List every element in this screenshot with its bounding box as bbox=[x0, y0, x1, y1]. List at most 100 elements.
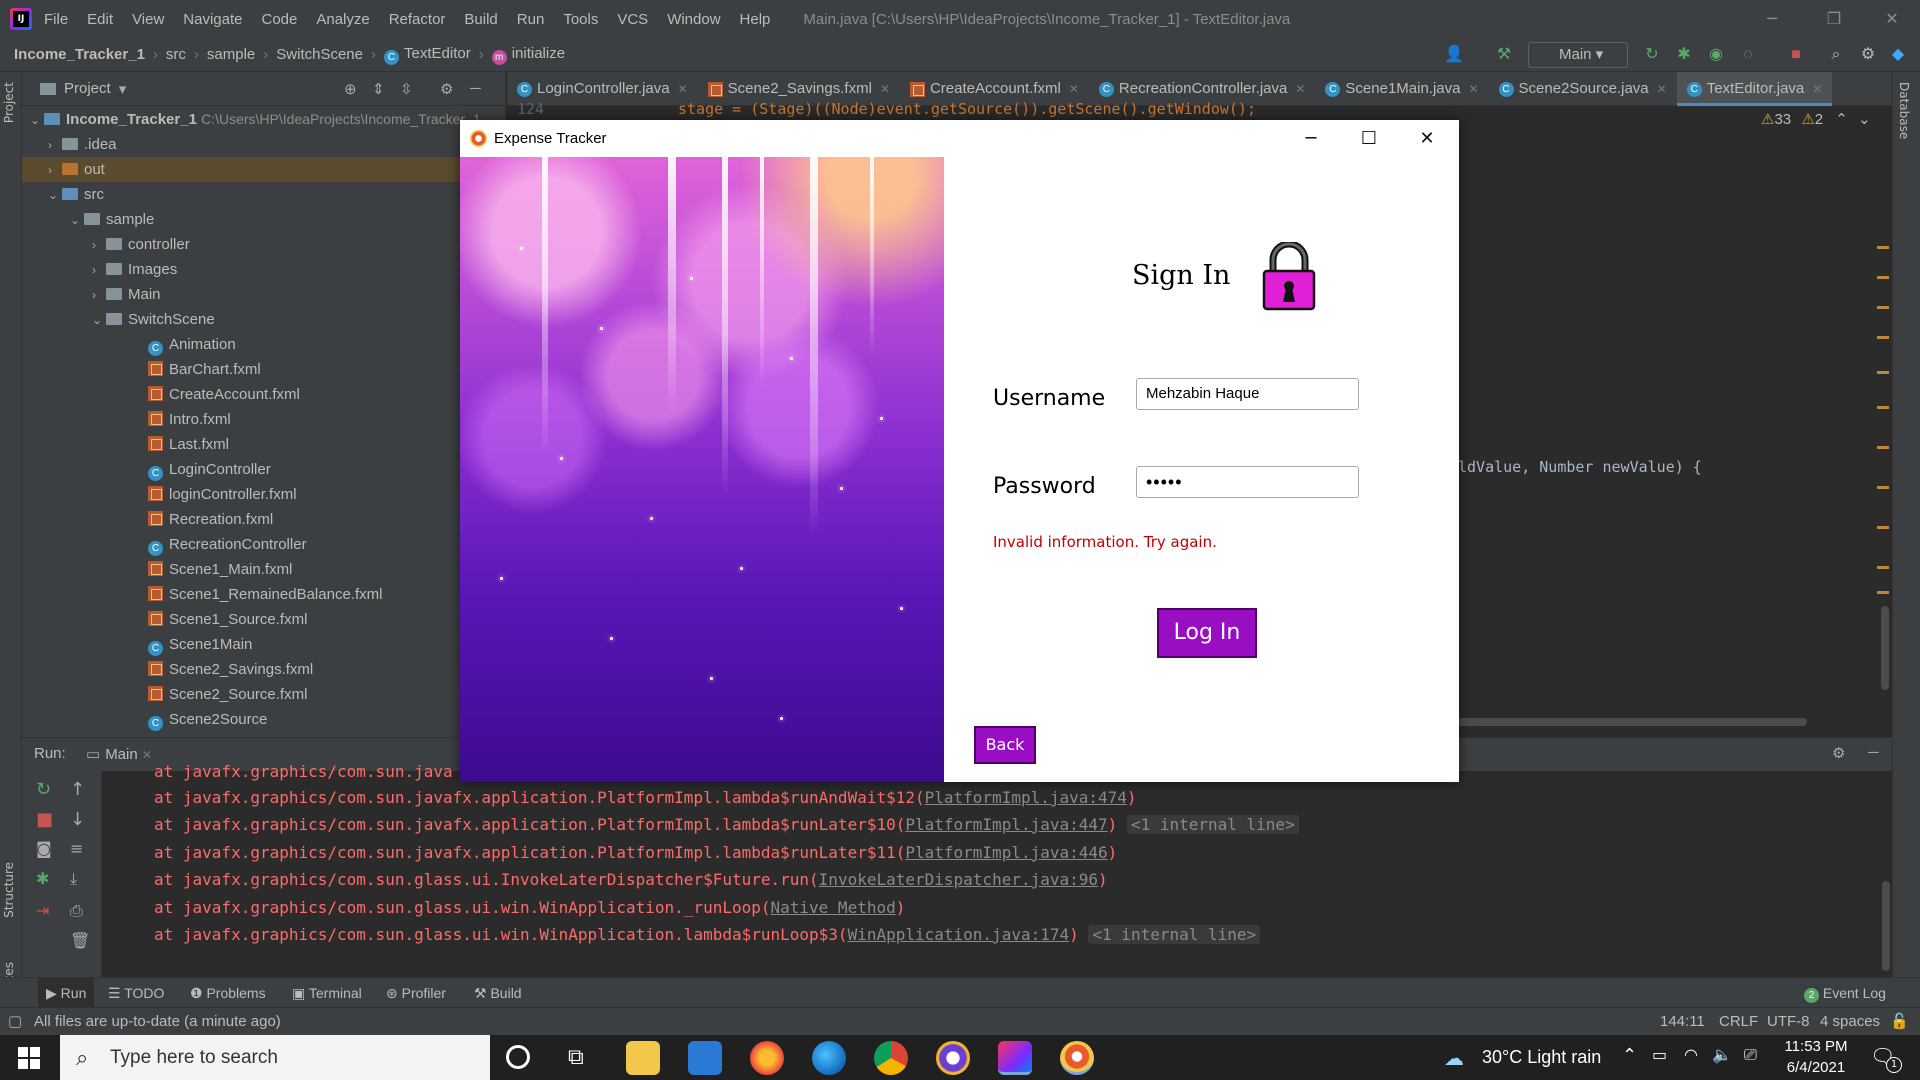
locate-icon[interactable]: ⊕ bbox=[344, 80, 357, 98]
warnings-indicator[interactable]: ⚠33 ⚠2 ⌃ ⌄ bbox=[1761, 110, 1871, 128]
menu-analyze[interactable]: Analyze bbox=[316, 11, 369, 28]
language-icon[interactable]: ⎚ bbox=[1744, 1045, 1757, 1065]
trash-icon[interactable]: 🗑 bbox=[70, 931, 90, 950]
profile-icon[interactable]: ◌ bbox=[1738, 45, 1758, 65]
volume-icon[interactable]: 🔈 bbox=[1712, 1045, 1732, 1064]
file-explorer-icon[interactable] bbox=[626, 1041, 660, 1075]
arrow-up-icon[interactable]: ↑ bbox=[70, 779, 85, 800]
breadcrumb-texteditor[interactable]: C TextEditor bbox=[384, 45, 471, 65]
battery-icon[interactable]: ▭ bbox=[1652, 1045, 1667, 1064]
edge-icon[interactable] bbox=[812, 1041, 846, 1075]
exit-icon[interactable]: ⇥ bbox=[36, 901, 49, 920]
tree-item-logincontroller-fxml[interactable]: loginController.fxml bbox=[148, 482, 297, 507]
tree-item-recreation[interactable]: Recreation.fxml bbox=[148, 507, 273, 532]
caret-position[interactable]: 144:11 bbox=[1660, 1013, 1705, 1030]
tree-item-scene2-savings[interactable]: Scene2_Savings.fxml bbox=[148, 657, 313, 682]
maximize-icon[interactable]: ☐ bbox=[1340, 120, 1398, 157]
tree-item-controller[interactable]: › controller bbox=[92, 232, 190, 257]
breadcrumb-src[interactable]: src bbox=[166, 46, 186, 63]
collapse-all-icon[interactable]: ⇳ bbox=[400, 80, 413, 98]
chevron-up-icon[interactable]: ⌃ bbox=[1835, 111, 1848, 128]
menu-navigate[interactable]: Navigate bbox=[183, 11, 242, 28]
tool-run[interactable]: ▶ Run bbox=[38, 978, 95, 1008]
tree-item-sample[interactable]: ⌄ sample bbox=[70, 207, 154, 232]
debug-icon[interactable]: ✱ bbox=[36, 869, 49, 888]
settings-gear-icon[interactable]: ⚙ bbox=[440, 80, 453, 98]
console-link[interactable]: PlatformImpl.java:447 bbox=[905, 815, 1107, 834]
close-icon[interactable]: ✕ bbox=[1864, 0, 1920, 38]
console-link[interactable]: PlatformImpl.java:446 bbox=[905, 843, 1107, 862]
close-icon[interactable]: ✕ bbox=[1069, 82, 1079, 96]
menu-window[interactable]: Window bbox=[667, 11, 720, 28]
print-icon[interactable]: ⎙ bbox=[70, 901, 83, 921]
console-link[interactable]: PlatformImpl.java:474 bbox=[925, 788, 1127, 807]
user-icon[interactable]: 👤 bbox=[1444, 45, 1464, 65]
password-input[interactable]: ••••• bbox=[1136, 466, 1359, 498]
intellij-taskbar-icon[interactable] bbox=[998, 1041, 1032, 1075]
back-button[interactable]: Back bbox=[974, 726, 1036, 764]
menu-file[interactable]: File bbox=[44, 11, 68, 28]
tree-item-intro[interactable]: Intro.fxml bbox=[148, 407, 231, 432]
tool-event-log[interactable]: 2 Event Log bbox=[1804, 978, 1886, 1008]
internal-line-fold[interactable]: <1 internal line> bbox=[1088, 925, 1261, 944]
tree-item-src[interactable]: ⌄ src bbox=[48, 182, 104, 207]
tree-root[interactable]: ⌄ Income_Tracker_1 C:\Users\HP\IdeaProjec… bbox=[30, 107, 506, 132]
tree-item-scene1main[interactable]: C Scene1Main bbox=[148, 632, 252, 657]
tree-item-logincontroller[interactable]: C LoginController bbox=[148, 457, 271, 482]
menu-help[interactable]: Help bbox=[740, 11, 771, 28]
settings-gear-icon[interactable]: ⚙ bbox=[1832, 744, 1845, 762]
tree-item-idea[interactable]: › .idea bbox=[48, 132, 117, 157]
close-icon[interactable]: ✕ bbox=[1295, 82, 1305, 96]
minimize-icon[interactable]: ─ bbox=[1744, 0, 1800, 38]
console-output[interactable]: at javafx.graphics/com.sun.java at javaf… bbox=[102, 762, 1892, 977]
build-hammer-icon[interactable]: ⚒ bbox=[1494, 45, 1514, 65]
tree-item-createaccount[interactable]: CreateAccount.fxml bbox=[148, 382, 300, 407]
close-icon[interactable]: ✕ bbox=[1657, 82, 1667, 96]
close-icon[interactable]: ✕ bbox=[880, 82, 890, 96]
camera-icon[interactable]: ◙ bbox=[36, 839, 52, 858]
line-separator[interactable]: CRLF bbox=[1719, 1013, 1758, 1030]
tree-item-barchart[interactable]: BarChart.fxml bbox=[148, 357, 261, 382]
status-panel-icon[interactable]: ▢ bbox=[8, 1012, 22, 1030]
username-input[interactable]: Mehzabin Haque bbox=[1136, 378, 1359, 410]
close-icon[interactable]: ✕ bbox=[1398, 120, 1456, 157]
tool-problems[interactable]: ❶ Problems bbox=[190, 978, 266, 1008]
file-encoding[interactable]: UTF-8 bbox=[1767, 1013, 1810, 1030]
tree-item-last[interactable]: Last.fxml bbox=[148, 432, 229, 457]
chevron-down-icon[interactable]: ⌄ bbox=[1858, 111, 1871, 128]
database-tool-tab[interactable]: Database bbox=[1897, 82, 1911, 139]
plugin-icon[interactable]: ◆ bbox=[1888, 45, 1908, 65]
rerun-icon[interactable]: ↻ bbox=[36, 779, 51, 800]
cortana-icon[interactable] bbox=[506, 1045, 530, 1069]
menu-vcs[interactable]: VCS bbox=[617, 11, 648, 28]
weather-text[interactable]: 30°C Light rain bbox=[1482, 1047, 1601, 1068]
internal-line-fold[interactable]: <1 internal line> bbox=[1126, 815, 1299, 834]
rerun-icon[interactable]: ↻ bbox=[1642, 45, 1662, 65]
vertical-scrollbar[interactable] bbox=[1881, 606, 1889, 690]
tool-build[interactable]: ⚒ Build bbox=[474, 978, 522, 1008]
close-icon[interactable]: ✕ bbox=[678, 82, 688, 96]
menu-build[interactable]: Build bbox=[464, 11, 497, 28]
console-link[interactable]: InvokeLaterDispatcher.java:96 bbox=[819, 870, 1098, 889]
console-scrollbar[interactable] bbox=[1882, 881, 1890, 971]
project-panel-title[interactable]: Project bbox=[64, 80, 111, 97]
expand-all-icon[interactable]: ⇕ bbox=[372, 80, 385, 98]
clock-date[interactable]: 6/4/2021 bbox=[1776, 1059, 1856, 1076]
menu-run[interactable]: Run bbox=[517, 11, 545, 28]
tree-item-scene1-source[interactable]: Scene1_Source.fxml bbox=[148, 607, 307, 632]
minimize-icon[interactable]: ─ bbox=[1282, 120, 1340, 157]
breadcrumb-sample[interactable]: sample bbox=[207, 46, 255, 63]
stop-icon[interactable]: ■ bbox=[36, 809, 53, 830]
tool-terminal[interactable]: ▣ Terminal bbox=[292, 978, 362, 1008]
task-view-icon[interactable]: ⧉ bbox=[568, 1045, 584, 1070]
menu-tools[interactable]: Tools bbox=[563, 11, 598, 28]
soft-wrap-icon[interactable]: ≡ bbox=[70, 839, 83, 858]
run-tab-main[interactable]: ▭ Main ✕ bbox=[86, 745, 152, 763]
tool-todo[interactable]: ☰ TODO bbox=[108, 978, 164, 1008]
chevron-down-icon[interactable]: ▾ bbox=[119, 80, 127, 98]
tree-item-out[interactable]: › out bbox=[22, 157, 505, 182]
mail-icon[interactable] bbox=[688, 1041, 722, 1075]
tree-item-switchscene[interactable]: ⌄ SwitchScene bbox=[92, 307, 215, 332]
tray-chevron-up-icon[interactable]: ⌃ bbox=[1622, 1045, 1637, 1066]
taskbar-search-input[interactable]: ⌕ Type here to search bbox=[60, 1035, 490, 1080]
